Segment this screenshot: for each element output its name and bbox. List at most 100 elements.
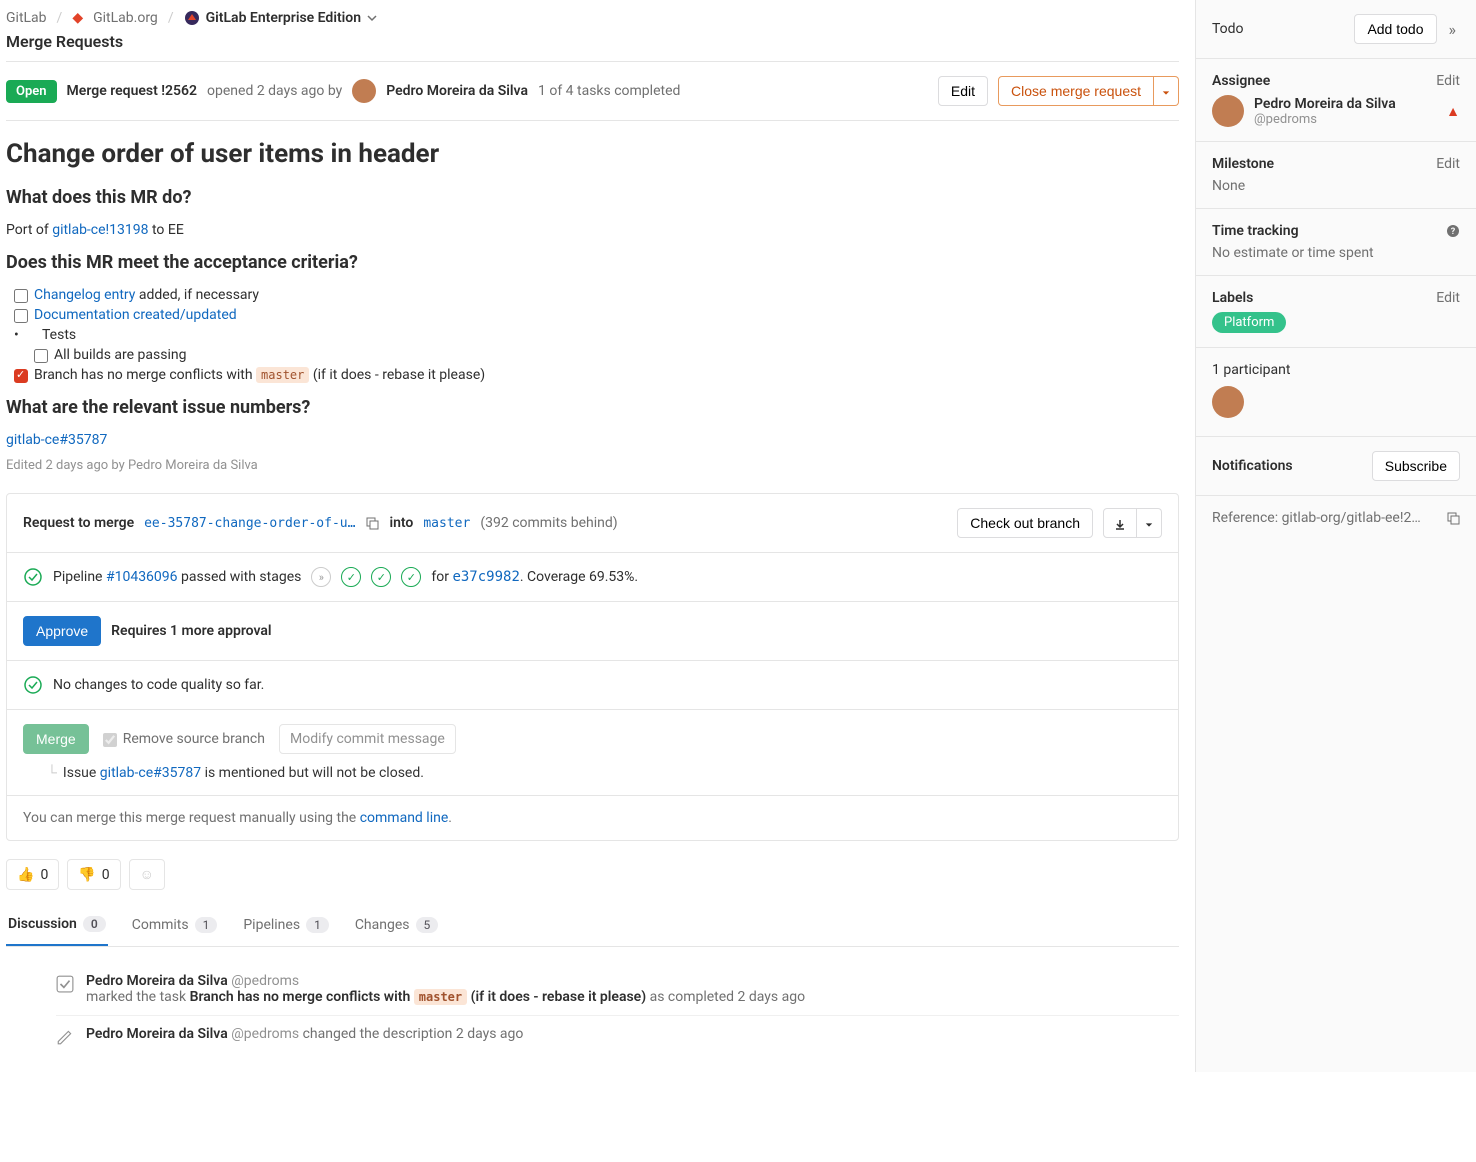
stage-pass-icon[interactable]: ✓ (371, 567, 391, 587)
collapse-sidebar-icon[interactable]: » (1445, 16, 1461, 43)
notifications-label: Notifications (1212, 458, 1293, 474)
participants-label: 1 participant (1212, 362, 1460, 378)
source-branch[interactable]: ee-35787-change-order-of-u… (144, 516, 355, 531)
gitlab-icon: ◆ (72, 10, 83, 26)
warning-icon: ▲ (1446, 103, 1460, 120)
task-docs: Documentation created/updated (14, 307, 1179, 323)
smile-icon: ☺ (140, 866, 154, 883)
port-link[interactable]: gitlab-ce!13198 (52, 222, 148, 238)
author-avatar[interactable] (352, 79, 376, 103)
remove-branch-checkbox[interactable] (103, 733, 117, 747)
system-note: Pedro Moreira da Silva @pedroms marked t… (56, 963, 1179, 1015)
milestone-label: Milestone (1212, 156, 1274, 172)
issue-mention-note: └Issue gitlab-ce#35787 is mentioned but … (47, 764, 1162, 781)
behind-count: (392 commits behind) (480, 515, 617, 531)
svg-text:?: ? (1451, 227, 1456, 237)
todo-label: Todo (1212, 21, 1346, 37)
task-builds-checkbox[interactable] (34, 349, 48, 363)
quality-pass-icon (23, 675, 43, 695)
port-line: Port of gitlab-ce!13198 to EE (6, 222, 1179, 238)
assignee-edit[interactable]: Edit (1436, 73, 1460, 89)
pipeline-link[interactable]: #10436096 (106, 569, 178, 585)
tracking-label: Time tracking (1212, 223, 1299, 239)
approve-button[interactable]: Approve (23, 616, 101, 646)
issue-mention-link[interactable]: gitlab-ce#35787 (100, 765, 201, 781)
task-docs-checkbox[interactable] (14, 309, 28, 323)
help-icon[interactable]: ? (1446, 223, 1460, 239)
tab-pipelines[interactable]: Pipelines1 (241, 904, 330, 946)
merge-button[interactable]: Merge (23, 724, 89, 754)
modify-commit-button[interactable]: Modify commit message (279, 724, 456, 754)
tracking-value: No estimate or time spent (1212, 245, 1460, 261)
assignee-label: Assignee (1212, 73, 1270, 89)
pencil-icon (56, 1028, 74, 1046)
stage-pass-icon[interactable]: ✓ (341, 567, 361, 587)
state-badge: Open (6, 80, 57, 103)
task-changelog-checkbox[interactable] (14, 289, 28, 303)
edit-button[interactable]: Edit (938, 76, 988, 106)
add-todo-button[interactable]: Add todo (1354, 14, 1436, 44)
participant-avatar[interactable] (1212, 386, 1244, 418)
close-mr-button[interactable]: Close merge request (998, 76, 1154, 106)
thumbs-down-button[interactable]: 👎0 (67, 859, 120, 890)
labels-edit[interactable]: Edit (1436, 290, 1460, 306)
thumbs-up-icon: 👍 (17, 867, 34, 883)
manual-merge-text: You can merge this merge request manuall… (23, 810, 452, 826)
labels-label: Labels (1212, 290, 1253, 306)
author-name[interactable]: Pedro Moreira da Silva (386, 83, 528, 99)
mr-id: Merge request !2562 (67, 83, 197, 99)
tab-commits[interactable]: Commits1 (130, 904, 220, 946)
tab-discussion[interactable]: Discussion0 (6, 904, 108, 946)
section-what: What does this MR do? (6, 187, 1179, 208)
remove-branch-label[interactable]: Remove source branch (103, 731, 265, 747)
subscribe-button[interactable]: Subscribe (1372, 451, 1460, 481)
task-builds: All builds are passing (34, 347, 1179, 363)
copy-reference-icon[interactable] (1446, 511, 1460, 525)
task-status: 1 of 4 tasks completed (538, 83, 680, 99)
page-subtitle: Merge Requests (6, 32, 1179, 62)
task-tests: Tests (14, 327, 1179, 343)
copy-branch-icon[interactable] (365, 516, 379, 530)
section-issues: What are the relevant issue numbers? (6, 397, 1179, 418)
tanuki-icon (184, 10, 200, 26)
task-branch-checkbox[interactable] (14, 369, 28, 383)
approve-hint: Requires 1 more approval (111, 623, 271, 639)
close-mr-dropdown[interactable] (1154, 76, 1179, 106)
sha-link[interactable]: e37c9982 (452, 569, 519, 585)
chevron-down-icon (367, 13, 377, 23)
add-reaction-button[interactable]: ☺ (129, 859, 165, 890)
section-criteria: Does this MR meet the acceptance criteri… (6, 252, 1179, 273)
system-note: Pedro Moreira da Silva @pedroms changed … (56, 1015, 1179, 1056)
task-changelog: Changelog entry added, if necessary (14, 287, 1179, 303)
assignee-avatar[interactable] (1212, 95, 1244, 127)
tab-changes[interactable]: Changes5 (353, 904, 440, 946)
command-line-link[interactable]: command line (360, 810, 449, 826)
thumbs-down-icon: 👎 (78, 867, 95, 883)
quality-text: No changes to code quality so far. (53, 677, 264, 693)
thumbs-up-button[interactable]: 👍0 (6, 859, 59, 890)
checkout-button[interactable]: Check out branch (957, 508, 1093, 538)
opened-text: opened 2 days ago by (207, 83, 342, 99)
task-branch: Branch has no merge conflicts with maste… (14, 367, 1179, 383)
merge-widget: Request to merge ee-35787-change-order-o… (6, 493, 1179, 841)
crumb-root[interactable]: GitLab (6, 10, 47, 26)
assignee-name[interactable]: Pedro Moreira da Silva (1254, 96, 1396, 112)
reference-text: Reference: gitlab-org/gitlab-ee!2… (1212, 510, 1421, 526)
breadcrumb: GitLab / ◆ GitLab.org / GitLab Enterpris… (6, 6, 1179, 30)
download-dropdown[interactable] (1137, 508, 1162, 538)
pipeline-pass-icon (23, 567, 43, 587)
relevant-issue-link[interactable]: gitlab-ce#35787 (6, 432, 107, 448)
stage-skipped-icon[interactable]: » (311, 567, 331, 587)
label-platform[interactable]: Platform (1212, 312, 1286, 333)
request-label: Request to merge (23, 515, 134, 531)
target-branch[interactable]: master (423, 516, 470, 531)
download-button[interactable] (1103, 508, 1137, 538)
stage-pass-icon[interactable]: ✓ (401, 567, 421, 587)
milestone-value: None (1212, 178, 1460, 194)
crumb-org[interactable]: GitLab.org (93, 10, 158, 26)
edited-note: Edited 2 days ago by Pedro Moreira da Si… (6, 458, 1179, 473)
task-done-icon (56, 975, 74, 993)
crumb-project[interactable]: GitLab Enterprise Edition (184, 10, 377, 26)
milestone-edit[interactable]: Edit (1436, 156, 1460, 172)
assignee-handle: @pedroms (1254, 112, 1396, 127)
